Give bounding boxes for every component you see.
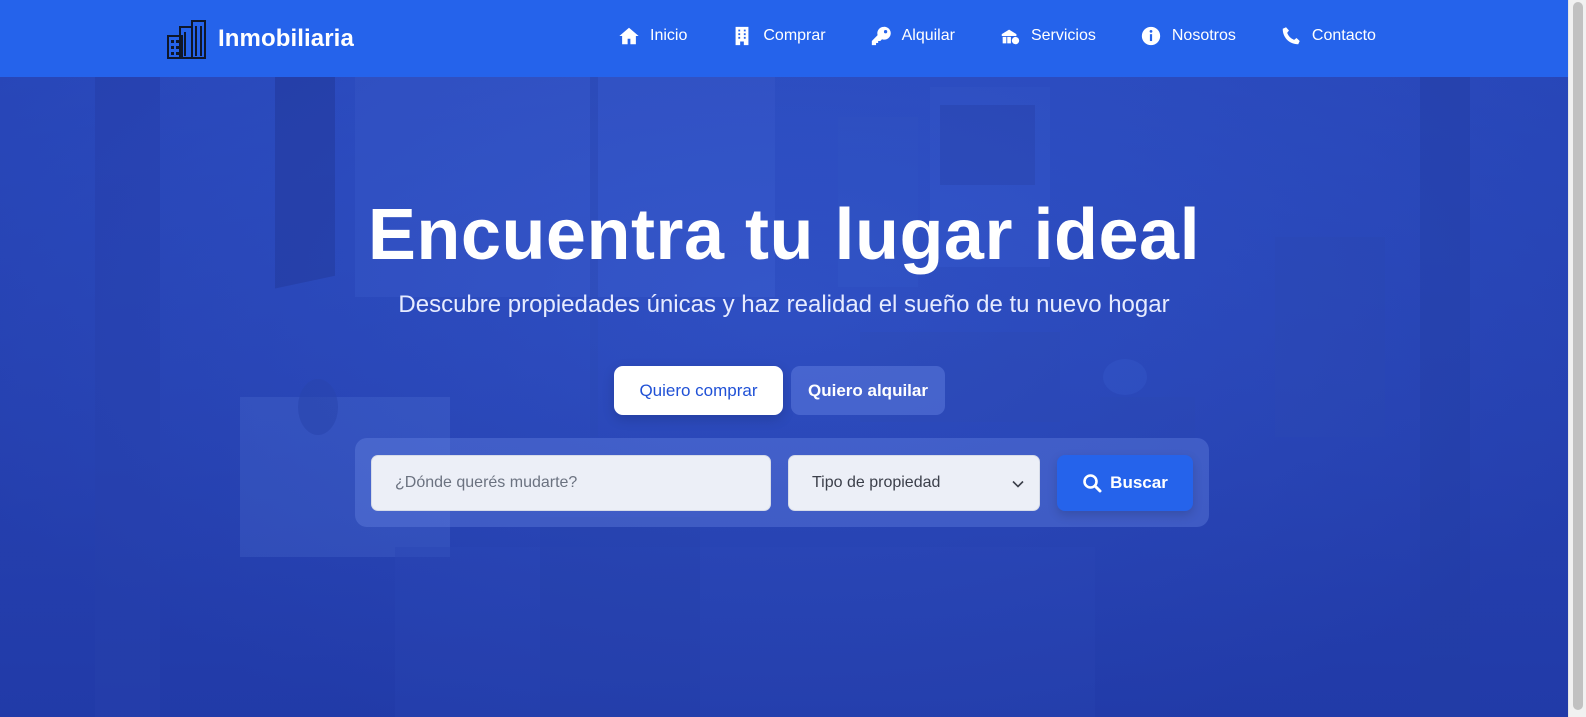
nav-item-label: Contacto <box>1311 27 1376 44</box>
main-nav: Inicio Comprar Alquilar Servicios Nosotr… <box>618 25 1376 47</box>
services-icon <box>1001 29 1020 45</box>
location-search-input[interactable] <box>371 455 771 511</box>
nav-item-label: Inicio <box>650 27 688 44</box>
scrollbar-thumb[interactable] <box>1573 2 1583 710</box>
tab-quiero-comprar[interactable]: Quiero comprar <box>614 366 783 415</box>
building-icon <box>735 26 749 46</box>
phone-icon <box>1282 27 1300 45</box>
nav-item-nosotros[interactable]: Nosotros <box>1140 25 1236 47</box>
page-scrollbar[interactable] <box>1568 0 1586 717</box>
search-button[interactable]: Buscar <box>1057 455 1193 511</box>
top-navbar: Inmobiliaria Inicio Comprar Alquilar Ser… <box>0 0 1568 77</box>
property-type-select[interactable]: Tipo de propiedad <box>788 455 1040 511</box>
search-button-label: Buscar <box>1110 473 1168 492</box>
chevron-down-icon <box>1012 480 1024 488</box>
nav-item-label: Alquilar <box>901 27 955 44</box>
property-type-selected: Tipo de propiedad <box>812 474 941 491</box>
buildings-logo-icon <box>167 20 206 59</box>
hero-title: Encuentra tu lugar ideal <box>367 195 1201 275</box>
search-panel: Tipo de propiedad Buscar <box>355 438 1209 527</box>
home-icon <box>619 27 639 45</box>
nav-item-comprar[interactable]: Comprar <box>731 25 826 47</box>
search-mode-tabs: Quiero comprar Quiero alquilar <box>614 366 945 415</box>
key-icon <box>871 26 891 46</box>
nav-item-alquilar[interactable]: Alquilar <box>870 25 955 47</box>
info-icon <box>1141 26 1161 46</box>
nav-item-label: Servicios <box>1030 27 1096 44</box>
nav-item-label: Nosotros <box>1171 27 1236 44</box>
nav-item-label: Comprar <box>763 27 826 44</box>
brand-name: Inmobiliaria <box>218 25 354 52</box>
nav-item-servicios[interactable]: Servicios <box>999 25 1096 47</box>
brand[interactable]: Inmobiliaria <box>166 18 354 60</box>
hero-subtitle: Descubre propiedades únicas y haz realid… <box>398 291 1170 318</box>
nav-item-inicio[interactable]: Inicio <box>618 25 687 47</box>
search-icon <box>1083 474 1102 493</box>
hero-section: Encuentra tu lugar ideal Descubre propie… <box>0 77 1568 717</box>
tab-quiero-alquilar[interactable]: Quiero alquilar <box>791 366 945 415</box>
nav-item-contacto[interactable]: Contacto <box>1280 25 1376 47</box>
